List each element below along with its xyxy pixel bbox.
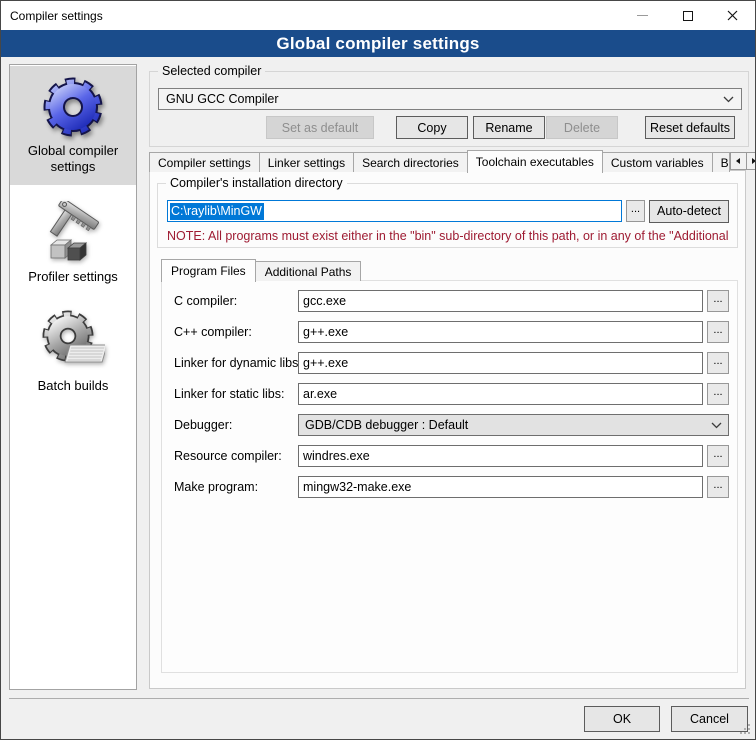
tab-build[interactable]: Build [712,152,730,172]
settings-tab-bar: Compiler settings Linker settings Search… [149,149,749,172]
sidebar-item-label: Global compiler settings [13,143,133,176]
linker-dynamic-label: Linker for dynamic libs: [174,356,298,370]
sidebar-item-profiler-settings[interactable]: Profiler settings [10,192,136,294]
sidebar-item-label: Profiler settings [28,269,118,285]
cpp-compiler-label: C++ compiler: [174,325,298,339]
maximize-button[interactable] [665,1,710,30]
sidebar-item-label: Batch builds [38,378,109,394]
cpp-compiler-browse-button[interactable]: ... [707,321,729,343]
tab-scroll-buttons [730,152,756,170]
sidebar-item-global-compiler-settings[interactable]: Global compiler settings [10,66,136,185]
close-button[interactable] [710,1,755,30]
dialog-header: Global compiler settings [1,30,755,57]
install-dir-browse-button[interactable]: ... [626,200,645,222]
program-files-panel: C compiler: ... C++ compiler: ... Linker… [161,280,738,673]
dialog-header-title: Global compiler settings [276,34,479,54]
selected-compiler-group: Selected compiler GNU GCC Compiler Set a… [149,71,749,147]
field-row-make-program: Make program: ... [174,476,729,498]
window-title: Compiler settings [1,9,103,23]
program-files-tab-bar: Program Files Additional Paths [161,258,361,281]
tab-toolchain-executables[interactable]: Toolchain executables [467,150,603,173]
debugger-label: Debugger: [174,418,298,432]
tab-program-files[interactable]: Program Files [161,259,256,282]
auto-detect-button[interactable]: Auto-detect [649,200,729,223]
linker-static-label: Linker for static libs: [174,387,298,401]
linker-dynamic-browse-button[interactable]: ... [707,352,729,374]
selected-compiler-group-label: Selected compiler [158,64,265,78]
scroll-left-icon [736,158,740,164]
settings-category-sidebar: Global compiler settings [9,64,137,690]
make-program-browse-button[interactable]: ... [707,476,729,498]
make-program-label: Make program: [174,480,298,494]
chevron-down-icon [711,422,722,429]
close-icon [727,10,738,21]
reset-defaults-button[interactable]: Reset defaults [645,116,735,139]
delete-button: Delete [546,116,618,139]
make-program-input[interactable] [298,476,703,498]
field-row-linker-dynamic: Linker for dynamic libs: ... [174,352,729,374]
install-dir-input[interactable]: C:\raylib\MinGW [167,200,622,222]
tab-scroll-right-button[interactable] [746,152,756,170]
cpp-compiler-input[interactable] [298,321,703,343]
caliper-cubes-icon [41,201,105,265]
tab-search-directories[interactable]: Search directories [353,152,468,172]
field-row-linker-static: Linker for static libs: ... [174,383,729,405]
debugger-select[interactable]: GDB/CDB debugger : Default [298,414,729,436]
cancel-button[interactable]: Cancel [671,706,748,732]
installation-directory-group: Compiler's installation directory C:\ray… [157,183,738,248]
linker-static-input[interactable] [298,383,703,405]
set-as-default-button: Set as default [266,116,374,139]
c-compiler-browse-button[interactable]: ... [707,290,729,312]
tab-custom-variables[interactable]: Custom variables [602,152,713,172]
resource-compiler-input[interactable] [298,445,703,467]
resize-grip[interactable] [748,732,750,734]
linker-static-browse-button[interactable]: ... [707,383,729,405]
installation-directory-group-label: Compiler's installation directory [166,176,347,190]
footer-divider [9,698,749,699]
linker-dynamic-input[interactable] [298,352,703,374]
c-compiler-label: C compiler: [174,294,298,308]
rename-button[interactable]: Rename [473,116,545,139]
title-bar[interactable]: Compiler settings [1,1,755,30]
minimize-button[interactable] [620,1,665,30]
scroll-right-icon [752,158,756,164]
maximize-icon [683,11,693,21]
chevron-down-icon [723,96,734,103]
resource-compiler-browse-button[interactable]: ... [707,445,729,467]
tab-linker-settings[interactable]: Linker settings [259,152,354,172]
copy-button[interactable]: Copy [396,116,468,139]
field-row-debugger: Debugger: GDB/CDB debugger : Default [174,414,729,436]
field-row-c-compiler: C compiler: ... [174,290,729,312]
compiler-settings-window: Compiler settings Global compiler settin… [0,0,756,740]
minimize-icon [637,15,648,16]
ok-button[interactable]: OK [584,706,660,732]
gray-gear-stack-icon [41,310,105,374]
window-controls [620,1,755,30]
compiler-select-value: GNU GCC Compiler [166,92,279,106]
resource-compiler-label: Resource compiler: [174,449,298,463]
compiler-actions-row: Set as default Copy Rename Delete Reset … [158,116,735,139]
compiler-select[interactable]: GNU GCC Compiler [158,88,742,110]
tab-additional-paths[interactable]: Additional Paths [255,261,362,281]
sidebar-item-batch-builds[interactable]: Batch builds [10,301,136,403]
field-row-resource-compiler: Resource compiler: ... [174,445,729,467]
bin-subdirectory-note: NOTE: All programs must exist either in … [167,229,735,243]
blue-gear-icon [41,75,105,139]
installation-directory-row: C:\raylib\MinGW ... Auto-detect [167,200,729,222]
install-dir-selected-text: C:\raylib\MinGW [170,203,264,220]
field-row-cpp-compiler: C++ compiler: ... [174,321,729,343]
tab-scroll-left-button[interactable] [730,152,747,170]
tab-compiler-settings[interactable]: Compiler settings [149,152,260,172]
debugger-select-value: GDB/CDB debugger : Default [305,418,468,432]
c-compiler-input[interactable] [298,290,703,312]
